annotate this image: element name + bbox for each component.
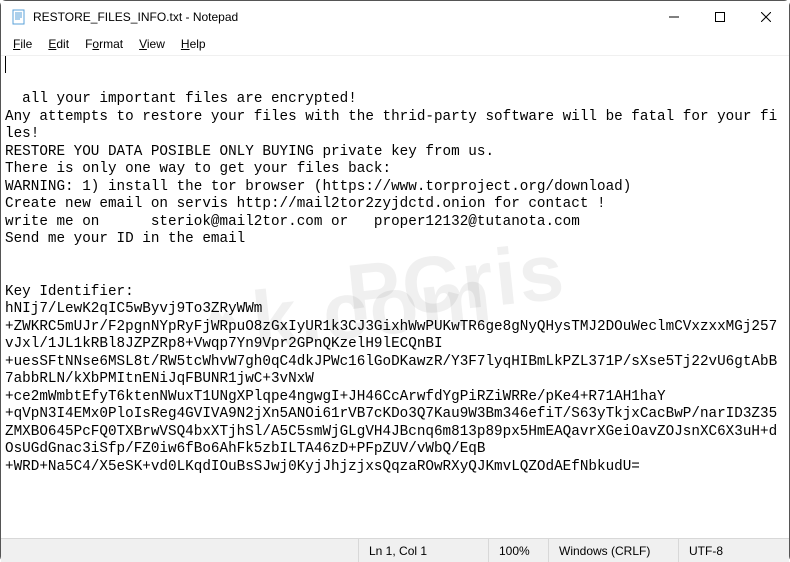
text-editor[interactable]: all your important files are encrypted! … [1,56,789,538]
maximize-button[interactable] [697,1,743,33]
menu-file[interactable]: File [5,35,40,53]
close-button[interactable] [743,1,789,33]
statusbar: Ln 1, Col 1 100% Windows (CRLF) UTF-8 [1,538,789,562]
status-encoding: UTF-8 [679,539,789,562]
status-zoom: 100% [489,539,549,562]
notepad-icon [11,9,27,25]
titlebar: RESTORE_FILES_INFO.txt - Notepad [1,1,789,33]
document-content: all your important files are encrypted! … [5,91,777,475]
menu-edit[interactable]: Edit [40,35,77,53]
menubar: File Edit Format View Help [1,33,789,55]
text-caret [5,56,6,73]
status-position: Ln 1, Col 1 [359,539,489,562]
menu-view[interactable]: View [131,35,173,53]
window-title: RESTORE_FILES_INFO.txt - Notepad [33,10,238,24]
menu-format[interactable]: Format [77,35,131,53]
minimize-button[interactable] [651,1,697,33]
menu-help[interactable]: Help [173,35,214,53]
status-lineending: Windows (CRLF) [549,539,679,562]
